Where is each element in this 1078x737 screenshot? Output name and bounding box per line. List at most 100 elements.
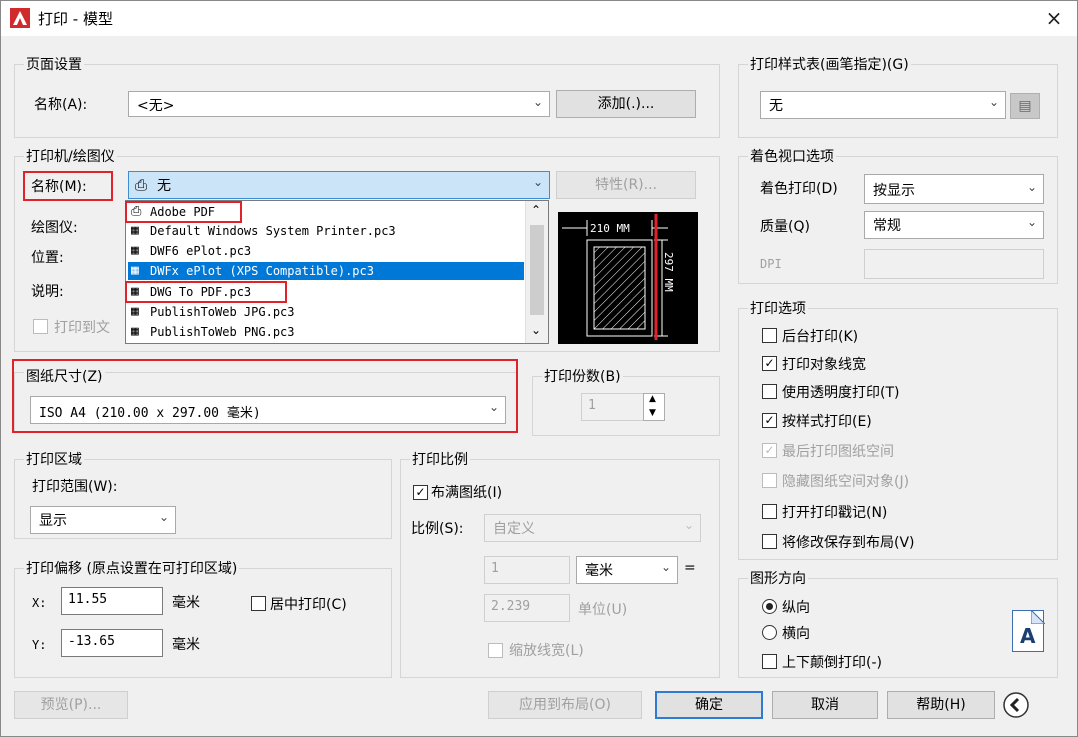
spin-down-icon[interactable]: ▼: [649, 408, 656, 418]
fit-to-paper-checkbox[interactable]: ✓: [413, 485, 428, 500]
plot-with-styles-checkbox[interactable]: ✓: [762, 413, 777, 428]
description-label: 说明:: [31, 284, 64, 300]
copies-spinner[interactable]: ▲ ▼: [643, 393, 665, 421]
offset-y-input[interactable]: -13.65: [61, 629, 163, 657]
cancel-button[interactable]: 取消: [772, 691, 878, 719]
plot-style-select[interactable]: 无 ⌄: [760, 91, 1006, 119]
apply-to-layout-button[interactable]: 应用到布局(O): [488, 691, 642, 719]
landscape-label: 横向: [782, 626, 810, 642]
offset-x-input[interactable]: 11.55: [61, 587, 163, 615]
close-icon[interactable]: ×: [1040, 4, 1068, 32]
scale-select[interactable]: 自定义 ⌄: [484, 514, 701, 542]
page-setup-name-value: <无>: [137, 98, 175, 114]
help-button[interactable]: 帮助(H): [887, 691, 995, 719]
scale-value1-input[interactable]: 1: [484, 556, 570, 584]
dropdown-item-3[interactable]: ▦ DWFx ePlot (XPS Compatible).pc3: [128, 262, 524, 280]
scale-lineweights-label: 缩放线宽(L): [509, 643, 584, 659]
add-page-setup-button[interactable]: 添加(.)...: [556, 90, 696, 118]
plot-options-label: 打印选项: [748, 298, 808, 318]
landscape-radio[interactable]: [762, 625, 777, 640]
dropdown-scrollbar[interactable]: ⌃ ⌄: [525, 201, 548, 343]
copies-label: 打印份数(B): [542, 366, 623, 386]
plot-stamp-checkbox[interactable]: [762, 504, 777, 519]
shade-plot-select[interactable]: 按显示 ⌄: [864, 174, 1044, 204]
shade-plot-value: 按显示: [873, 183, 915, 199]
plot-paperspace-last-label: 最后打印图纸空间: [782, 444, 894, 460]
center-plot-checkbox[interactable]: [251, 596, 266, 611]
center-plot-label: 居中打印(C): [270, 597, 347, 613]
dropdown-item-2[interactable]: ▦ DWF6 ePlot.pc3: [128, 242, 522, 260]
title-bar: [0, 0, 1078, 36]
chevron-down-icon: ⌄: [1026, 215, 1037, 229]
shade-plot-label: 着色打印(D): [760, 181, 838, 197]
dropdown-item-label: DWF6 ePlot.pc3: [150, 244, 252, 258]
plot-paperspace-last-checkbox[interactable]: ✓: [762, 443, 777, 458]
plot-area-label: 打印区域: [24, 449, 84, 469]
plot-offset-label: 打印偏移 (原点设置在可打印区域): [24, 558, 240, 578]
background-plot-checkbox[interactable]: [762, 328, 777, 343]
copies-input[interactable]: 1: [581, 393, 647, 421]
page-setup-label: 页面设置: [24, 54, 84, 74]
dropdown-item-1[interactable]: ▦ Default Windows System Printer.pc3: [128, 222, 522, 240]
shaded-viewport-label: 着色视口选项: [748, 146, 836, 166]
plot-lineweights-checkbox[interactable]: ✓: [762, 356, 777, 371]
scale-equals: =: [684, 560, 696, 576]
window-title: 打印 - 模型: [38, 10, 113, 28]
chevron-down-icon: ⌄: [660, 560, 671, 574]
plot-style-label: 打印样式表(画笔指定)(G): [748, 54, 911, 74]
preview-height-label: 297 MM: [662, 252, 675, 292]
preview-width-label: 210 MM: [590, 222, 630, 235]
chevron-down-icon: ⌄: [988, 95, 999, 109]
dropdown-item-5[interactable]: ▦ PublishToWeb JPG.pc3: [128, 303, 522, 321]
plot-transparency-checkbox[interactable]: [762, 384, 777, 399]
plot-stamp-label: 打开打印戳记(N): [782, 505, 888, 521]
save-to-layout-checkbox[interactable]: [762, 534, 777, 549]
plot-range-value: 显示: [39, 513, 67, 529]
printer-properties-button[interactable]: 特性(R)...: [556, 171, 696, 199]
chevron-down-icon: ⌄: [532, 175, 543, 189]
scroll-thumb[interactable]: [530, 225, 544, 315]
preview-button[interactable]: 预览(P)...: [14, 691, 128, 719]
page-setup-name-label: 名称(A):: [34, 97, 88, 113]
highlight-adobe-pdf: [125, 201, 242, 223]
paper-size-select[interactable]: ISO A4 (210.00 x 297.00 毫米) ⌄: [30, 396, 506, 424]
upside-down-checkbox[interactable]: [762, 654, 777, 669]
highlight-dwg-to-pdf: [125, 281, 287, 303]
plotter-icon: ▦: [131, 243, 139, 258]
printer-name-label: 名称(M):: [31, 179, 87, 195]
quality-value: 常规: [873, 218, 901, 234]
hide-paperspace-objects-label: 隐藏图纸空间对象(J): [782, 474, 910, 490]
plot-style-edit-icon[interactable]: ▤: [1010, 93, 1040, 119]
print-to-file-checkbox[interactable]: [33, 319, 48, 334]
scroll-down-icon[interactable]: ⌄: [531, 323, 541, 337]
ok-button[interactable]: 确定: [655, 691, 763, 719]
dropdown-item-6[interactable]: ▦ PublishToWeb PNG.pc3: [128, 323, 522, 341]
quality-label: 质量(Q): [760, 219, 810, 235]
dpi-input[interactable]: [864, 249, 1044, 279]
scale-unit-value: 毫米: [585, 563, 613, 579]
plot-range-select[interactable]: 显示 ⌄: [30, 506, 176, 534]
scale-value2-input[interactable]: 2.239: [484, 594, 570, 622]
offset-y-unit: 毫米: [172, 637, 200, 653]
page-setup-name-select[interactable]: <无> ⌄: [128, 91, 550, 117]
offset-x-unit: 毫米: [172, 595, 200, 611]
page-fold-icon: [1031, 610, 1045, 624]
chevron-left-circle-icon[interactable]: [1002, 691, 1030, 719]
hide-paperspace-objects-checkbox[interactable]: [762, 473, 777, 488]
chevron-down-icon: ⌄: [158, 510, 169, 524]
spin-up-icon[interactable]: ▲: [649, 394, 656, 404]
plotter-icon: ▦: [131, 324, 139, 339]
fit-to-paper-label: 布满图纸(I): [431, 485, 503, 501]
portrait-radio[interactable]: [762, 599, 777, 614]
scale-unit-select[interactable]: 毫米 ⌄: [576, 556, 678, 584]
printer-name-select[interactable]: ⎙ 无 ⌄: [128, 171, 550, 199]
plot-offset-group: [14, 568, 392, 678]
chevron-down-icon: ⌄: [683, 518, 694, 532]
plot-range-label: 打印范围(W):: [32, 479, 118, 495]
scroll-up-icon[interactable]: ⌃: [531, 203, 541, 217]
dropdown-item-label: Default Windows System Printer.pc3: [150, 224, 396, 238]
chevron-down-icon: ⌄: [532, 95, 543, 109]
offset-x-label: X:: [32, 596, 47, 610]
scale-lineweights-checkbox[interactable]: [488, 643, 503, 658]
quality-select[interactable]: 常规 ⌄: [864, 211, 1044, 239]
